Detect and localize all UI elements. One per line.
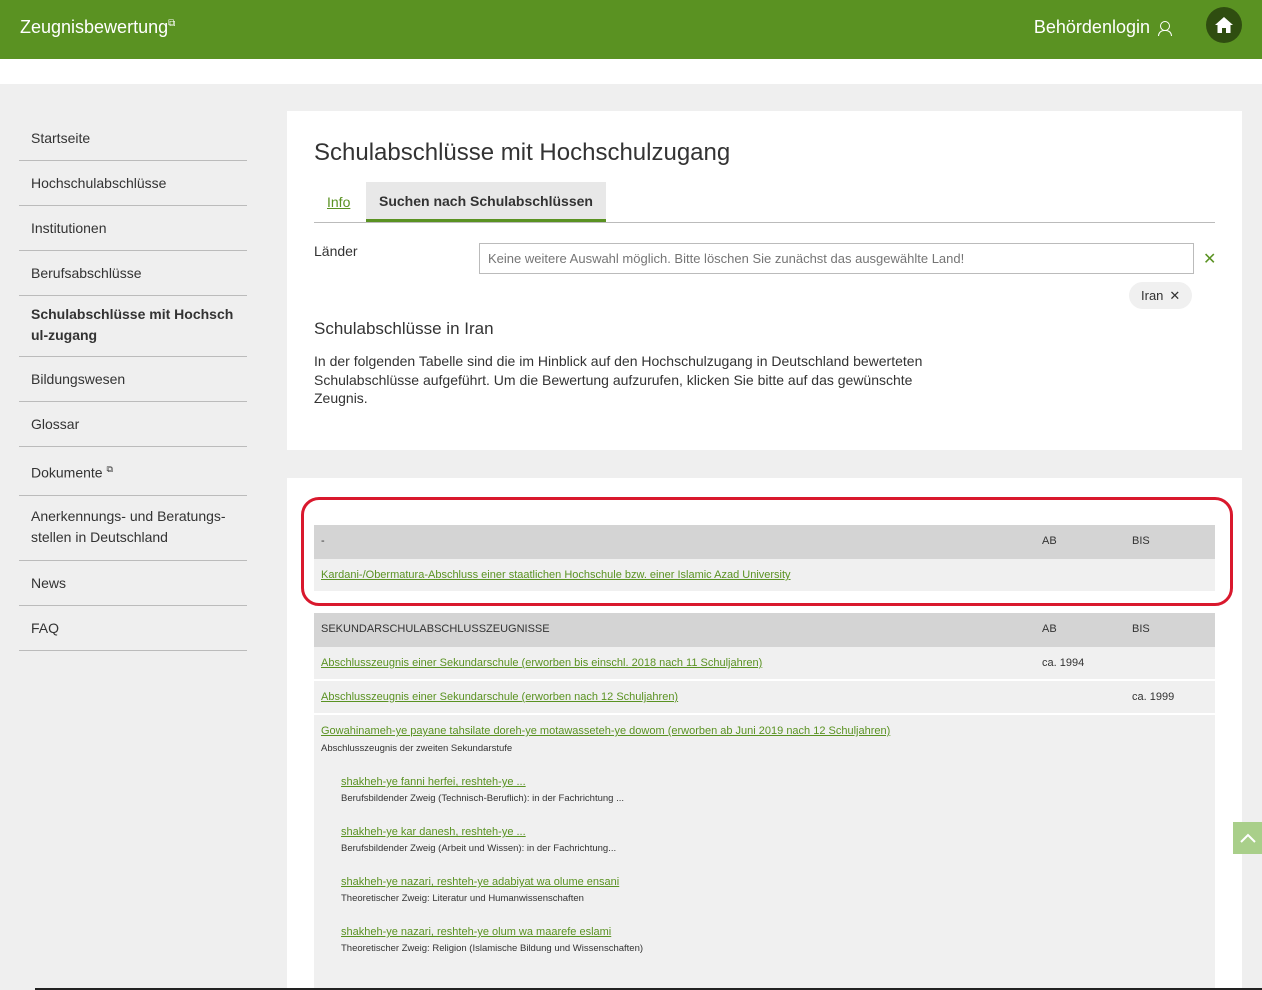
tab-bar: Info Suchen nach Schulabschlüssen — [314, 182, 1215, 223]
header-spacer — [0, 59, 1262, 84]
chevron-up-icon — [1239, 833, 1256, 843]
sidebar-item-bildungswesen[interactable]: Bildungswesen — [19, 357, 247, 402]
sub-list-item: shakheh-ye nazari, reshteh-ye olum wa ma… — [321, 926, 1208, 954]
certificate-link[interactable]: Abschlusszeugnis einer Sekundarschule (e… — [321, 657, 762, 669]
clear-icon[interactable]: ✕ — [1203, 249, 1216, 269]
header-bis: BIS — [1132, 623, 1150, 635]
sidebar-item-label: Institutionen — [31, 220, 107, 236]
sidebar-item-label: Berufsabschlüsse — [31, 265, 142, 281]
certificate-link[interactable]: Abschlusszeugnis einer Sekundarschule (e… — [321, 691, 678, 703]
branch-description: Berufsbildender Zweig (Technisch-Berufli… — [341, 793, 625, 804]
search-panel: Schulabschlüsse mit Hochschulzugang Info… — [287, 111, 1242, 450]
highlight-annotation — [301, 497, 1233, 606]
close-icon[interactable]: ✕ — [1169, 288, 1180, 304]
countries-label: Länder — [314, 243, 358, 259]
branch-link[interactable]: shakheh-ye nazari, reshteh-ye adabiyat w… — [341, 876, 619, 888]
table-header: SEKUNDARSCHULABSCHLUSSZEUGNISSE AB BIS — [314, 613, 1215, 647]
branch-link[interactable]: shakheh-ye kar danesh, reshteh-ye ... — [341, 826, 526, 838]
branch-link[interactable]: shakheh-ye fanni herfei, reshteh-ye ... — [341, 776, 526, 788]
sidebar-item-label: Bildungswesen — [31, 371, 126, 387]
top-navbar: Zeugnisbewertung⧉ Behördenlogin — [0, 0, 1262, 59]
tab-search[interactable]: Suchen nach Schulabschlüssen — [366, 182, 606, 222]
sidebar-item-schulabschluesse[interactable]: Schulabschlüsse mit Hochschul-zugang — [19, 296, 247, 357]
sub-list-item: shakheh-ye fanni herfei, reshteh-ye ... … — [321, 776, 1208, 804]
home-icon — [1215, 17, 1233, 33]
certificate-link[interactable]: Gowahinameh-ye payane tahsilate doreh-ye… — [321, 725, 890, 737]
home-button[interactable] — [1206, 7, 1242, 43]
results-table-secondary: SEKUNDARSCHULABSCHLUSSZEUGNISSE AB BIS A… — [314, 613, 1215, 990]
sidebar-item-label: News — [31, 574, 67, 591]
sidebar-item-label: Schulabschlüsse mit Hochschul-zugang — [31, 306, 234, 343]
row-bis: ca. 1999 — [1132, 691, 1175, 703]
table-row: Gowahinameh-ye payane tahsilate doreh-ye… — [314, 715, 1215, 990]
header-ab: AB — [1042, 623, 1057, 635]
section-title: Schulabschlüsse in Iran — [314, 319, 494, 338]
sidebar-item-faq[interactable]: FAQ — [19, 606, 247, 651]
country-chip[interactable]: Iran ✕ — [1129, 282, 1193, 309]
sidebar-item-label: Dokumente — [31, 464, 103, 481]
chip-label: Iran — [1141, 288, 1164, 303]
login-label: Behördenlogin — [1033, 17, 1150, 37]
authority-login-link[interactable]: Behördenlogin — [1033, 17, 1172, 38]
sidebar-nav: Startseite Hochschulabschlüsse Instituti… — [19, 116, 247, 651]
branch-description: Theoretischer Zweig: Literatur und Human… — [341, 893, 584, 904]
row-ab: ca. 1994 — [1042, 657, 1085, 669]
user-icon — [1158, 20, 1172, 36]
sidebar-item-dokumente[interactable]: Dokumente ⧉ — [19, 447, 247, 496]
table-row: Abschlusszeugnis einer Sekundarschule (e… — [314, 681, 1215, 715]
countries-input[interactable] — [479, 243, 1194, 274]
sidebar-item-label: Glossar — [31, 416, 80, 432]
external-link-icon: ⧉ — [106, 464, 113, 474]
sidebar-item-hochschulabschluesse[interactable]: Hochschulabschlüsse — [19, 161, 247, 206]
brand-label: Zeugnisbewertung — [20, 17, 169, 37]
sidebar-item-label: Anerkennungs- und Beratungs-stellen in D… — [31, 507, 226, 545]
section-description: In der folgenden Tabelle sind die im Hin… — [314, 353, 923, 406]
sidebar-item-beratungsstellen[interactable]: Anerkennungs- und Beratungs-stellen in D… — [19, 496, 247, 561]
external-link-icon: ⧉ — [168, 18, 176, 29]
sidebar-item-news[interactable]: News — [19, 561, 247, 606]
scroll-to-top-button[interactable] — [1233, 822, 1262, 854]
row-subtitle: Abschlusszeugnis der zweiten Sekundarstu… — [321, 743, 513, 754]
sub-list-item: shakheh-ye nazari, reshteh-ye adabiyat w… — [321, 876, 1208, 904]
page-title: Schulabschlüsse mit Hochschulzugang — [314, 139, 731, 166]
tab-info[interactable]: Info — [314, 182, 363, 222]
branch-link[interactable]: shakheh-ye nazari, reshteh-ye olum wa ma… — [341, 926, 611, 938]
sidebar-item-startseite[interactable]: Startseite — [19, 116, 247, 161]
sidebar-item-label: Hochschulabschlüsse — [31, 175, 167, 191]
brand-link[interactable]: Zeugnisbewertung⧉ — [20, 17, 175, 38]
sidebar-item-label: FAQ — [31, 619, 60, 636]
branch-description: Theoretischer Zweig: Religion (Islamisch… — [341, 943, 644, 954]
table-row: Abschlusszeugnis einer Sekundarschule (e… — [314, 647, 1215, 681]
header-title: SEKUNDARSCHULABSCHLUSSZEUGNISSE — [321, 623, 550, 635]
sidebar-item-institutionen[interactable]: Institutionen — [19, 206, 247, 251]
sidebar-item-glossar[interactable]: Glossar — [19, 402, 247, 447]
sub-list-item: shakheh-ye kar danesh, reshteh-ye ... Be… — [321, 826, 1208, 854]
sidebar-item-label: Startseite — [31, 130, 91, 146]
branch-description: Berufsbildender Zweig (Arbeit und Wissen… — [341, 843, 617, 854]
sidebar-item-berufsabschluesse[interactable]: Berufsabschlüsse — [19, 251, 247, 296]
